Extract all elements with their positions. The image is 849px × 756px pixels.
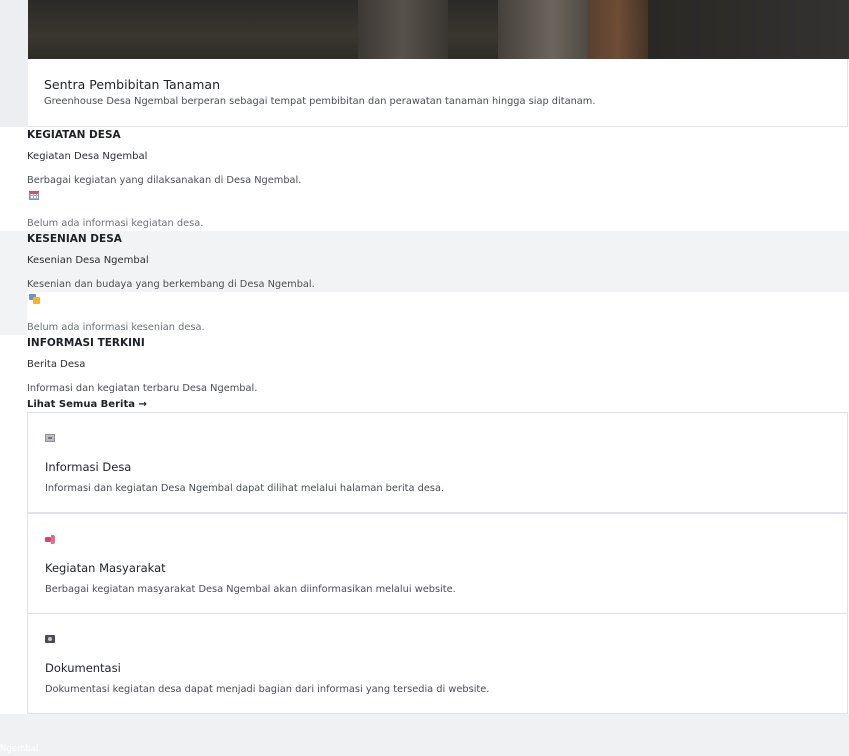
kesenian-left-strip bbox=[0, 292, 27, 335]
kesenian-section-title: Kesenian Desa Ngembal bbox=[27, 255, 149, 266]
news-card-description: Berbagai kegiatan masyarakat Desa Ngemba… bbox=[45, 584, 456, 595]
art-icon bbox=[29, 294, 40, 304]
kegiatan-empty-text: Belum ada informasi kegiatan desa. bbox=[27, 218, 204, 229]
photo-detail bbox=[588, 0, 648, 59]
calendar-icon bbox=[29, 191, 39, 200]
kegiatan-section-title: Kegiatan Desa Ngembal bbox=[27, 151, 148, 162]
photo-detail bbox=[358, 0, 448, 59]
informasi-section-subtitle: Informasi dan kegiatan terbaru Desa Ngem… bbox=[27, 383, 258, 394]
hero-photo bbox=[28, 0, 849, 59]
news-card-title: Informasi Desa bbox=[45, 460, 132, 474]
kesenian-section-label: KESENIAN DESA bbox=[27, 233, 122, 245]
camera-icon bbox=[45, 635, 55, 643]
news-card-title: Dokumentasi bbox=[45, 661, 121, 675]
photo-detail bbox=[648, 0, 849, 59]
kegiatan-section-label: KEGIATAN DESA bbox=[27, 129, 121, 141]
news-card-description: Dokumentasi kegiatan desa dapat menjadi … bbox=[45, 684, 490, 695]
footer-text: Ngembal bbox=[0, 744, 39, 754]
news-card-description: Informasi dan kegiatan Desa Ngembal dapa… bbox=[45, 483, 445, 494]
footer: Ngembal bbox=[0, 714, 849, 756]
news-card-dokumentasi[interactable]: Dokumentasi Dokumentasi kegiatan desa da… bbox=[27, 613, 848, 714]
news-card-kegiatan-masyarakat[interactable]: Kegiatan Masyarakat Berbagai kegiatan ma… bbox=[27, 513, 848, 614]
kegiatan-section-subtitle: Berbagai kegiatan yang dilaksanakan di D… bbox=[27, 175, 302, 186]
hero-caption-card: Sentra Pembibitan Tanaman Greenhouse Des… bbox=[28, 59, 848, 127]
kesenian-empty-text: Belum ada informasi kesenian desa. bbox=[27, 322, 205, 333]
megaphone-icon bbox=[45, 535, 55, 544]
news-card-title: Kegiatan Masyarakat bbox=[45, 561, 166, 575]
informasi-section-title: Berita Desa bbox=[27, 359, 86, 370]
newspaper-icon bbox=[45, 434, 55, 442]
left-gray-strip bbox=[0, 0, 28, 127]
hero-description: Greenhouse Desa Ngembal berperan sebagai… bbox=[44, 96, 596, 107]
news-card-informasi-desa[interactable]: Informasi Desa Informasi dan kegiatan De… bbox=[27, 412, 848, 513]
informasi-section-label: INFORMASI TERKINI bbox=[27, 337, 145, 349]
kesenian-section-subtitle: Kesenian dan budaya yang berkembang di D… bbox=[27, 279, 315, 290]
hero-title: Sentra Pembibitan Tanaman bbox=[44, 77, 221, 92]
see-all-news-link[interactable]: Lihat Semua Berita → bbox=[27, 399, 147, 410]
